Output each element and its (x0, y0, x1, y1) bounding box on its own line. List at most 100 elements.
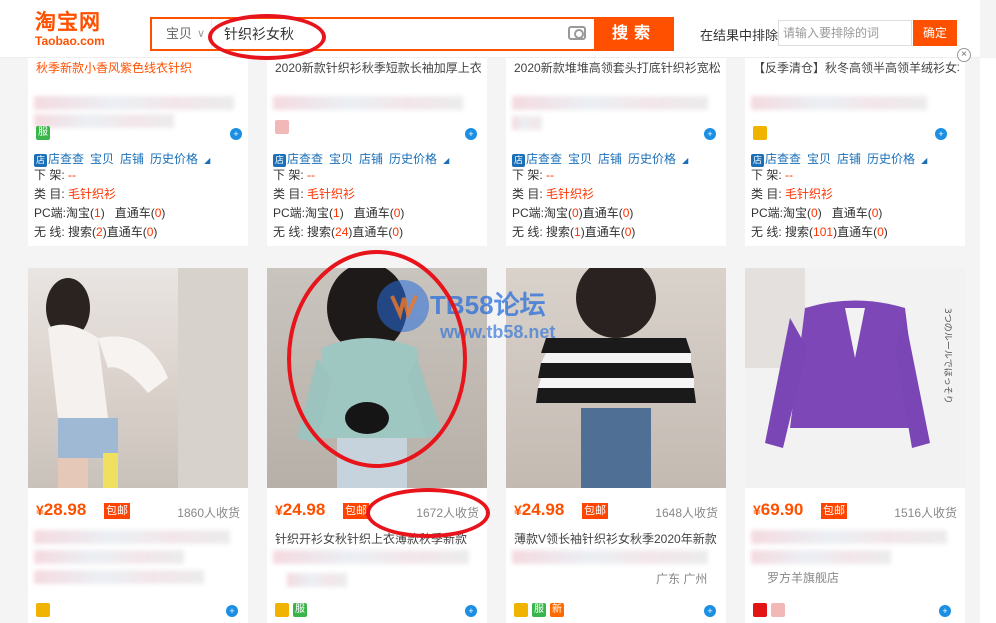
product-card-top-3[interactable]: 2020新款堆堆高领套头打底针织衫宽松长袖秋冬纯色百搭毛衣女 + 店店查查宝贝店… (506, 58, 726, 246)
history-price-link[interactable]: 历史价格 (867, 152, 915, 166)
item-link[interactable]: 宝贝 (329, 152, 353, 166)
caret-icon[interactable]: ◢ (682, 156, 688, 165)
sales-count: 1516人收货 (894, 506, 957, 520)
plugin-toolbar: 店店查查 宝贝 店铺 历史价格 ◢ (751, 150, 933, 167)
plus-icon[interactable]: + (465, 128, 477, 140)
shop-name[interactable]: 罗方羊旗舰店 (767, 569, 839, 587)
info-offline: 下 架: -- (34, 168, 77, 182)
product-card-top-2[interactable]: 2020新款针织衫秋季短款长袖加厚上衣套头纯色百搭韩版小香风仙女装 + 店店查查… (267, 58, 487, 246)
chevron-down-icon: ∨ (196, 28, 205, 40)
product-card-3[interactable]: ¥24.98 包邮 1648人收货 薄款V领长袖针织衫女秋季2020年新款 广东… (506, 268, 726, 623)
product-card-top-1[interactable]: 秋季新款小香风紫色线衣针织 服 + 店店查查 宝贝 店铺 历史价格 ◢ 下 架: -- … (28, 58, 248, 246)
info-pc: PC端:淘宝(1) 直通车(0) (273, 206, 405, 220)
history-price-link[interactable]: 历史价格 (628, 152, 676, 166)
item-link[interactable]: 宝贝 (807, 152, 831, 166)
annotation-ring-image (287, 250, 467, 468)
product-card-top-4[interactable]: 【反季清仓】秋冬高领半高领羊绒衫女堆堆领上衣套头毛衣修身打底针织衫 + 店店查查… (745, 58, 965, 246)
info-pc: PC端:淘宝(1) 直通车(0) (34, 206, 166, 220)
info-offline: 下 架: -- (273, 168, 316, 182)
info-category: 类 目: 毛针织衫 (273, 187, 356, 201)
close-icon[interactable]: × (957, 48, 971, 62)
plus-icon[interactable]: + (465, 605, 477, 617)
search-scope-select[interactable]: 宝贝 ∨ (152, 19, 212, 49)
crown-badge-icon (753, 126, 767, 140)
product-price: ¥24.98 (275, 500, 326, 519)
info-pc: PC端:淘宝(0)直通车(0) (751, 206, 883, 220)
product-price: ¥69.90 (753, 500, 804, 519)
service-badge-icon: 服 (293, 603, 307, 617)
product-image[interactable] (28, 268, 248, 488)
gold-badge-icon (36, 603, 50, 617)
shop-location: 广东 广州 (656, 572, 708, 586)
gold-badge-icon (514, 603, 528, 617)
plugin-toolbar: 店店查查 宝贝 店铺 历史价格 ◢ (273, 150, 455, 167)
store-link[interactable]: 店铺 (837, 152, 861, 166)
svg-text:3つのルールでほっそり: 3つのルールでほっそり (942, 308, 953, 404)
search-scope-label: 宝贝 (166, 26, 193, 41)
product-price: ¥28.98 (36, 500, 87, 519)
history-price-link[interactable]: 历史价格 (389, 152, 437, 166)
caret-icon[interactable]: ◢ (204, 156, 210, 165)
sales-count: 1648人收货 (655, 506, 718, 520)
store-link[interactable]: 店铺 (598, 152, 622, 166)
info-category: 类 目: 毛针织衫 (751, 187, 834, 201)
item-link[interactable]: 宝贝 (568, 152, 592, 166)
search-header: 淘宝网 Taobao.com 宝贝 ∨ 针织衫女秋 搜索 在结果中排除 请输入要… (0, 0, 980, 58)
product-title[interactable]: 2020新款堆堆高领套头打底针织衫宽松长袖秋冬纯色百搭毛衣女 (514, 60, 720, 76)
plus-icon[interactable]: + (935, 128, 947, 140)
shop-check-link[interactable]: 店查查 (48, 152, 84, 166)
info-offline: 下 架: -- (751, 168, 794, 182)
gold-badge-icon (275, 603, 289, 617)
free-shipping-badge: 包邮 (582, 503, 608, 519)
plus-icon[interactable]: + (230, 128, 242, 140)
free-shipping-badge: 包邮 (104, 503, 130, 519)
logo-text-en: Taobao.com (35, 34, 105, 48)
info-wireless: 无 线: 搜索(2)直通车(0) (34, 225, 158, 239)
shop-check-link[interactable]: 店查查 (765, 152, 801, 166)
plus-icon[interactable]: + (939, 605, 951, 617)
sales-count: 1860人收货 (177, 506, 240, 520)
product-price: ¥24.98 (514, 500, 565, 519)
plus-icon[interactable]: + (226, 605, 238, 617)
product-card-1[interactable]: ¥28.98 包邮 1860人收货 + (28, 268, 248, 623)
brand-badge-icon (753, 603, 767, 617)
camera-icon[interactable] (568, 26, 586, 40)
store-link[interactable]: 店铺 (359, 152, 383, 166)
plugin-toolbar: 店店查查 宝贝 店铺 历史价格 ◢ (34, 150, 216, 167)
annotation-ring-search (208, 14, 326, 60)
product-title[interactable]: 秋季新款小香风紫色线衣针织 (36, 60, 242, 76)
taobao-logo[interactable]: 淘宝网 Taobao.com (35, 12, 125, 52)
product-image[interactable]: 3つのルールでほっそり (745, 268, 965, 488)
product-image[interactable] (506, 268, 726, 488)
item-link[interactable]: 宝贝 (90, 152, 114, 166)
shop-badge-icon (275, 120, 289, 134)
info-wireless: 无 线: 搜索(1)直通车(0) (512, 225, 636, 239)
info-offline: 下 架: -- (512, 168, 555, 182)
caret-icon[interactable]: ◢ (443, 156, 449, 165)
product-title[interactable]: 2020新款针织衫秋季短款长袖加厚上衣套头纯色百搭韩版小香风仙女装 (275, 60, 481, 76)
annotation-ring-sales (366, 488, 490, 538)
history-price-link[interactable]: 历史价格 (150, 152, 198, 166)
product-title[interactable]: 【反季清仓】秋冬高领半高领羊绒衫女堆堆领上衣套头毛衣修身打底针织衫 (753, 60, 959, 76)
page: 淘宝网 Taobao.com 宝贝 ∨ 针织衫女秋 搜索 在结果中排除 请输入要… (0, 0, 996, 623)
product-card-4[interactable]: 3つのルールでほっそり ¥69.90 包邮 1516人收货 罗方羊旗舰店 + (745, 268, 965, 623)
shop-check-link[interactable]: 店查查 (526, 152, 562, 166)
service-badge-icon: 服 (36, 126, 50, 140)
new-badge-icon: 新 (550, 603, 564, 617)
heart-badge-icon (771, 603, 785, 617)
plus-icon[interactable]: + (704, 128, 716, 140)
info-category: 类 目: 毛针织衫 (512, 187, 595, 201)
plugin-toolbar: 店店查查 宝贝 店铺 历史价格 ◢ (512, 150, 694, 167)
service-badge-icon: 服 (532, 603, 546, 617)
plus-icon[interactable]: + (704, 605, 716, 617)
caret-icon[interactable]: ◢ (921, 156, 927, 165)
store-link[interactable]: 店铺 (120, 152, 144, 166)
exclude-input[interactable]: 请输入要排除的词 (778, 20, 912, 46)
shop-check-link[interactable]: 店查查 (287, 152, 323, 166)
info-pc: PC端:淘宝(0)直通车(0) (512, 206, 634, 220)
search-button[interactable]: 搜索 (594, 17, 674, 51)
exclude-confirm-button[interactable]: 确定 (913, 20, 957, 46)
exclude-label: 在结果中排除 (700, 28, 779, 43)
product-title[interactable]: 薄款V领长袖针织衫女秋季2020年新款 (514, 530, 718, 547)
info-category: 类 目: 毛针织衫 (34, 187, 117, 201)
